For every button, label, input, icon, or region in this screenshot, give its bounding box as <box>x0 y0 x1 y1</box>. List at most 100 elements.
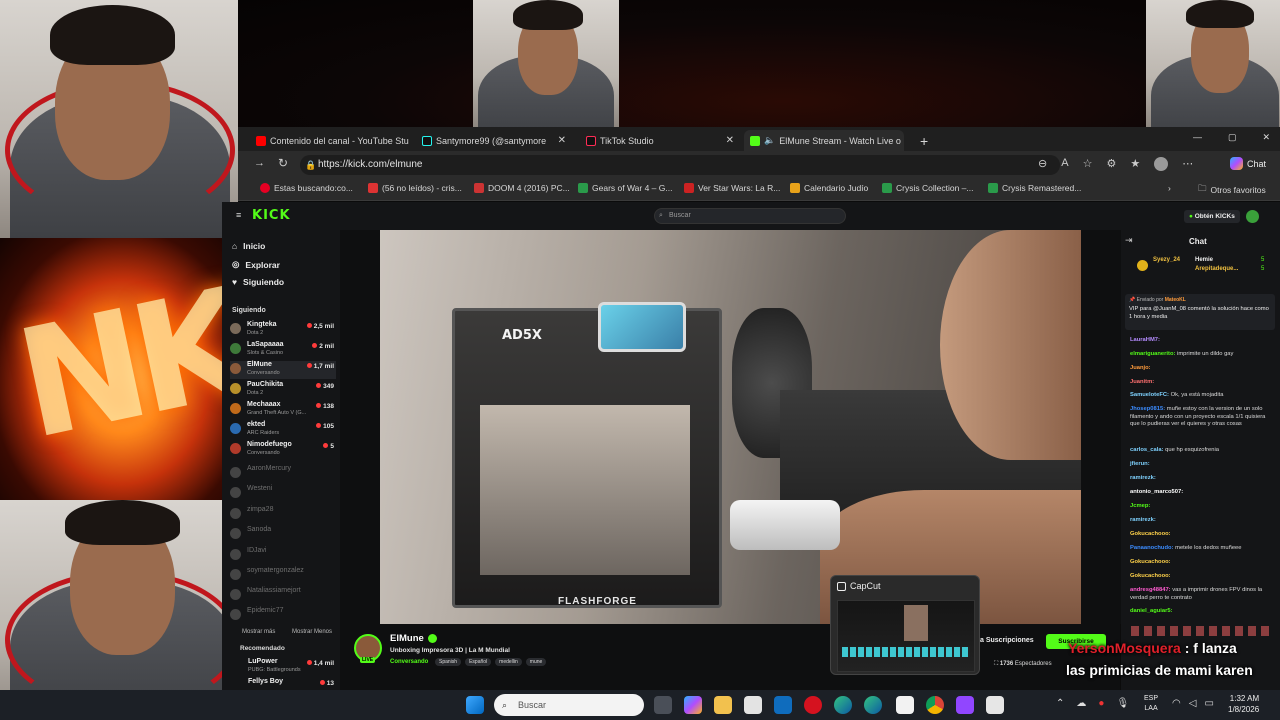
tag[interactable]: Español <box>465 658 492 666</box>
chat-message[interactable]: Gokucachooo: <box>1130 531 1272 539</box>
chat-message[interactable]: Gokucachooo: <box>1130 573 1272 581</box>
channel-item-offline[interactable]: soymatergonzalez <box>230 567 336 585</box>
channel-item[interactable]: Nimodefuego Conversando 5 <box>230 441 336 459</box>
task-view-icon[interactable] <box>654 696 672 714</box>
capcut-thumbnail-popup[interactable]: CapCut <box>830 575 980 675</box>
bookmark-item[interactable]: Crysis Collection –... <box>882 183 973 193</box>
chat-message[interactable]: Jcmep: <box>1130 503 1272 511</box>
channel-item-offline[interactable]: zimpa28 <box>230 506 336 524</box>
chat-message[interactable]: daniel_aguiar5: <box>1130 608 1272 616</box>
nav-home[interactable]: ⌂ Inicio <box>232 241 265 251</box>
favorites-icon[interactable]: ★ <box>1130 157 1140 171</box>
channel-item[interactable]: ekted ARC Raiders 105 <box>230 421 336 439</box>
nav-explore[interactable]: ◎ Explorar <box>232 259 280 270</box>
file-explorer-icon[interactable] <box>714 696 732 714</box>
outlook-icon[interactable] <box>774 696 792 714</box>
edge-icon[interactable] <box>834 696 852 714</box>
language-indicator[interactable]: ESP LAA <box>1144 694 1158 714</box>
url-field[interactable]: 🔒 https://kick.com/elmune <box>300 155 1060 175</box>
read-aloud-icon[interactable]: A <box>1061 157 1068 171</box>
chat-message[interactable]: antonio_marco507: <box>1130 489 1272 497</box>
tag[interactable]: medellin <box>495 658 522 666</box>
avatar[interactable] <box>1246 210 1259 223</box>
bookmark-item[interactable]: Crysis Remastered... <box>988 183 1081 193</box>
new-tab-button[interactable]: + <box>914 130 934 151</box>
chat-message[interactable]: jfierun: <box>1130 461 1272 469</box>
edge-beta-icon[interactable] <box>864 696 882 714</box>
quick-settings[interactable]: ◠ ◁ ▭ <box>1172 698 1214 709</box>
show-less-link[interactable]: Mostrar Menos <box>292 629 332 635</box>
channel-item-offline[interactable]: Sanoda <box>230 526 336 544</box>
channel-item[interactable]: Mechaaax Grand Theft Auto V (G... 138 <box>230 401 336 419</box>
channel-item[interactable]: LaSapaaaa Slots & Casino 2 mil <box>230 341 336 359</box>
tag[interactable]: mune <box>525 658 547 666</box>
chat-message[interactable]: ramirezk: <box>1130 517 1272 525</box>
chrome-icon[interactable] <box>926 696 944 714</box>
other-favorites[interactable]: 🗀 Otros favoritos <box>1198 183 1266 197</box>
more-menu-icon[interactable]: ⋯ <box>1182 157 1193 171</box>
copilot-chat-button[interactable]: Chat <box>1230 157 1266 170</box>
chat-message[interactable]: ramirezk: <box>1130 475 1272 483</box>
tab-youtube-studio[interactable]: Contenido del canal - YouTube Stu ✕ <box>250 130 410 151</box>
windows-start-icon[interactable] <box>466 696 484 714</box>
bookmark-item[interactable]: (56 no leídos) - cris... <box>368 183 462 193</box>
menu-icon[interactable]: ≡ <box>236 210 241 220</box>
video-player[interactable]: AD5X FLASHFORGE <box>380 230 1081 624</box>
bookmark-item[interactable]: Gears of War 4 – G... <box>578 183 672 193</box>
speaker-icon[interactable]: 🔈 <box>764 135 775 146</box>
bookmark-item[interactable]: Estas buscando:co... <box>260 183 353 193</box>
channel-item[interactable]: Kingteka Dota 2 2,5 mil <box>230 321 336 339</box>
pinned-message[interactable]: 📌 Enviado por MateoKL VIP para @JuanM_08… <box>1125 294 1275 330</box>
recommended-channel[interactable]: LuPower PUBG: Battlegrounds 1,4 mil <box>246 658 336 676</box>
opera-icon[interactable] <box>804 696 822 714</box>
chevron-up-icon[interactable]: ⌃ <box>1056 698 1064 709</box>
collapse-chat-icon[interactable]: ⇥ <box>1125 235 1133 246</box>
close-icon[interactable]: ✕ <box>558 135 566 146</box>
bookmarks-overflow-icon[interactable]: › <box>1168 183 1171 193</box>
avatar[interactable] <box>1154 157 1169 171</box>
channel-item-offline[interactable]: Nataliassiamejort <box>230 587 336 605</box>
tab-kick-elmune[interactable]: 🔈 ElMune Stream - Watch Live o ✕ <box>744 130 904 151</box>
stream-category[interactable]: Conversando <box>390 659 428 665</box>
channel-item-offline[interactable]: Epidemic77 <box>230 607 336 625</box>
chat-message[interactable]: Panaanochudo: metele los dedos muñeee <box>1130 545 1272 553</box>
tag[interactable]: Spanish <box>435 658 462 666</box>
minimize-icon[interactable]: — <box>1193 132 1202 143</box>
chat-message[interactable]: SamueloteFC: Ok, ya está mojadita <box>1130 392 1272 400</box>
channel-item[interactable]: PauChikita Dota 2 349 <box>230 381 336 399</box>
show-more-link[interactable]: Mostrar más <box>242 629 275 635</box>
tab-tiktok-studio[interactable]: TikTok Studio ✕ <box>580 130 740 151</box>
get-kicks-button[interactable]: ● Obtén KICKs <box>1184 210 1240 223</box>
capcut-icon[interactable] <box>896 696 914 714</box>
copilot-icon[interactable] <box>684 696 702 714</box>
reload-icon[interactable]: ↻ <box>278 156 288 170</box>
kick-search-input[interactable]: ⌕ Buscar <box>654 208 846 224</box>
kick-logo[interactable]: KICK <box>252 208 291 223</box>
onedrive-icon[interactable]: ☁ <box>1076 698 1086 709</box>
maximize-icon[interactable]: ▢ <box>1228 132 1237 143</box>
forward-icon[interactable]: → <box>254 157 265 169</box>
store-icon[interactable] <box>744 696 762 714</box>
chat-message[interactable]: andresg48847: vas a imprimir drones FPV … <box>1130 587 1272 602</box>
subscriptions-tab[interactable]: a Suscripciones <box>980 637 1034 644</box>
channel-item-offline[interactable]: IDJavi <box>230 547 336 565</box>
twitch-icon[interactable] <box>956 696 974 714</box>
app-icon[interactable] <box>986 696 1004 714</box>
chat-message[interactable]: Jhosep0815: muñe estoy con la version de… <box>1130 406 1272 429</box>
taskbar-search-input[interactable]: ⌕ Buscar <box>494 694 644 716</box>
channel-item-offline[interactable]: AaronMercury <box>230 465 336 483</box>
close-window-icon[interactable]: ✕ <box>1262 132 1270 143</box>
chat-message[interactable]: LauraHM7: <box>1130 337 1272 345</box>
bookmark-item[interactable]: Calendario Judío <box>790 183 868 193</box>
close-icon[interactable]: ✕ <box>726 135 734 146</box>
clock[interactable]: 1:32 AM 1/8/2026 <box>1228 693 1259 715</box>
nav-following[interactable]: ♥ Siguiendo <box>232 277 284 287</box>
favorite-star-icon[interactable]: ☆ <box>1083 157 1093 171</box>
zoom-icon[interactable]: ⊖ <box>1038 157 1047 171</box>
app-tray-icon[interactable]: ● <box>1098 698 1104 709</box>
chat-message[interactable]: carlos_cala: que hp esquizofrenia <box>1130 447 1272 455</box>
chat-message[interactable]: Gokucachooo: <box>1130 559 1272 567</box>
chat-message[interactable]: elmariguanerito: imprimite un dildo gay <box>1130 351 1272 359</box>
extensions-icon[interactable]: ⚙ <box>1106 157 1116 171</box>
microphone-icon[interactable]: 🎙 <box>1116 698 1129 709</box>
